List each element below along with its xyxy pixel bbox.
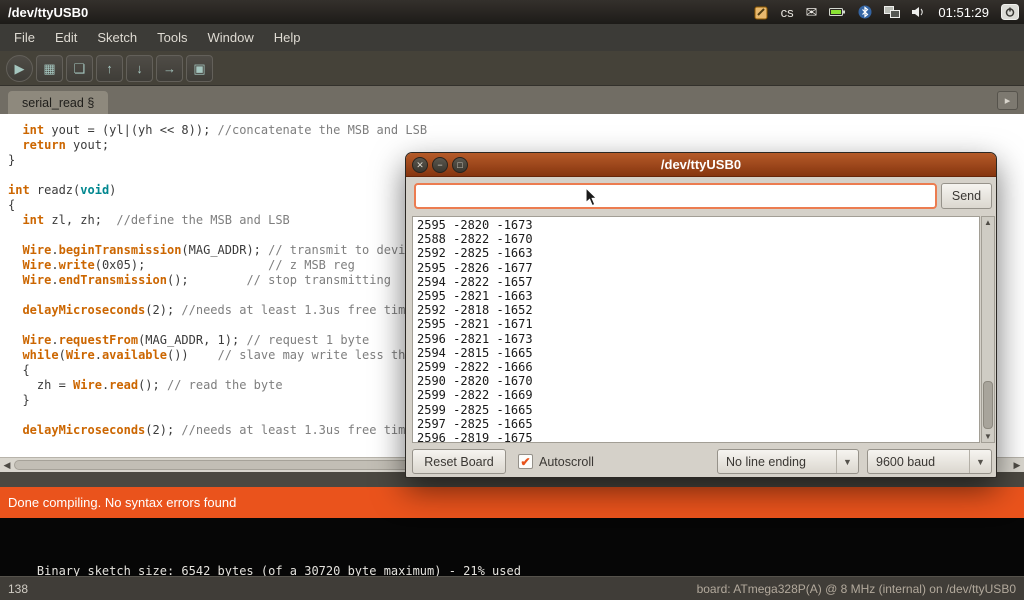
- dialog-body: Send 2595 -2820 -16732588 -2822 -1670259…: [406, 177, 996, 479]
- toolbar-save-button[interactable]: ↓: [126, 55, 153, 82]
- scroll-right-icon[interactable]: ▶: [1010, 460, 1024, 471]
- menu-item-tools[interactable]: Tools: [147, 25, 197, 50]
- menu-item-edit[interactable]: Edit: [45, 25, 87, 50]
- autoscroll-checkbox[interactable]: ✔: [518, 454, 533, 469]
- power-icon[interactable]: [1001, 4, 1019, 20]
- toolbar-serial-monitor-button[interactable]: ▣: [186, 55, 213, 82]
- menu-item-window[interactable]: Window: [197, 25, 263, 50]
- screen: int yout = (yl|(yh << 8)); //concatenate…: [0, 0, 1024, 600]
- serial-output-line: 2599 -2822 -1669: [417, 388, 975, 402]
- board-info: board: ATmega328P(A) @ 8 MHz (internal) …: [697, 582, 1016, 596]
- minimize-button[interactable]: −: [432, 157, 448, 173]
- close-button[interactable]: ✕: [412, 157, 428, 173]
- autoscroll-label: Autoscroll: [539, 455, 594, 469]
- code-line: int yout = (yl|(yh << 8)); //concatenate…: [8, 123, 1024, 138]
- notes-icon[interactable]: [754, 5, 769, 20]
- menu-item-help[interactable]: Help: [264, 25, 311, 50]
- chevron-down-icon: ▼: [969, 450, 991, 473]
- status-message: Done compiling. No syntax errors found: [8, 495, 236, 510]
- toolbar-buttons: ▶▦❏↑↓→▣: [6, 55, 213, 82]
- tab-serial-read[interactable]: serial_read §: [8, 91, 108, 114]
- serial-output-line: 2594 -2815 -1665: [417, 346, 975, 360]
- dialog-title: /dev/ttyUSB0: [661, 157, 741, 172]
- network-icon[interactable]: [884, 6, 900, 18]
- tab-bar: serial_read § ▸: [0, 86, 1024, 114]
- check-icon: ✔: [520, 456, 530, 468]
- code-line: return yout;: [8, 138, 1024, 153]
- menu-bar: FileEditSketchToolsWindowHelp: [0, 24, 1024, 51]
- system-tray: cs ✉ 01:51:29: [754, 4, 1024, 20]
- toolbar: ▶▦❏↑↓→▣: [0, 51, 1024, 86]
- line-number-indicator: 138: [8, 582, 28, 596]
- line-ending-dropdown[interactable]: No line ending ▼: [717, 449, 859, 474]
- toolbar-stop-button[interactable]: ▦: [36, 55, 63, 82]
- top-panel: /dev/ttyUSB0 cs ✉ 01:51:29: [0, 0, 1024, 24]
- line-ending-value: No line ending: [718, 455, 836, 469]
- serial-output-line: 2597 -2825 -1665: [417, 417, 975, 431]
- serial-output-line: 2596 -2819 -1675: [417, 431, 975, 443]
- autoscroll-control: ✔ Autoscroll: [518, 449, 594, 474]
- volume-icon[interactable]: [912, 6, 926, 18]
- serial-output-line: 2588 -2822 -1670: [417, 232, 975, 246]
- menu-item-file[interactable]: File: [4, 25, 45, 50]
- toolbar-new-button[interactable]: ❏: [66, 55, 93, 82]
- serial-output-line: 2595 -2821 -1671: [417, 317, 975, 331]
- footer-bar: 138 board: ATmega328P(A) @ 8 MHz (intern…: [0, 576, 1024, 600]
- toolbar-upload-button[interactable]: →: [156, 55, 183, 82]
- serial-output-line: 2592 -2818 -1652: [417, 303, 975, 317]
- chevron-down-icon: ▼: [836, 450, 858, 473]
- serial-output-line: 2595 -2826 -1677: [417, 261, 975, 275]
- dialog-titlebar[interactable]: ✕−□ /dev/ttyUSB0: [406, 153, 996, 177]
- scrollbar-thumb[interactable]: [983, 381, 993, 429]
- toolbar-verify-button[interactable]: ▶: [6, 55, 33, 82]
- send-button[interactable]: Send: [941, 183, 992, 209]
- serial-output-line: 2590 -2820 -1670: [417, 374, 975, 388]
- battery-icon[interactable]: [829, 7, 846, 17]
- serial-output-line: 2595 -2820 -1673: [417, 218, 975, 232]
- serial-send-input[interactable]: [414, 183, 937, 209]
- mail-icon[interactable]: ✉: [806, 5, 818, 19]
- status-bar: Done compiling. No syntax errors found: [0, 487, 1024, 518]
- scroll-left-icon[interactable]: ◀: [0, 460, 14, 471]
- serial-output-line: 2592 -2825 -1663: [417, 246, 975, 260]
- clock[interactable]: 01:51:29: [938, 5, 989, 20]
- serial-output-line: 2599 -2825 -1665: [417, 403, 975, 417]
- serial-output-line: 2599 -2822 -1666: [417, 360, 975, 374]
- serial-output-line: 2594 -2822 -1657: [417, 275, 975, 289]
- window-buttons: ✕−□: [412, 157, 468, 173]
- reset-board-button[interactable]: Reset Board: [412, 449, 506, 474]
- serial-output-line: 2596 -2821 -1673: [417, 332, 975, 346]
- scroll-up-icon[interactable]: ▲: [982, 218, 994, 227]
- serial-output-line: 2595 -2821 -1663: [417, 289, 975, 303]
- maximize-button[interactable]: □: [452, 157, 468, 173]
- scroll-down-icon[interactable]: ▼: [982, 432, 994, 441]
- baud-rate-value: 9600 baud: [868, 455, 969, 469]
- bluetooth-icon[interactable]: [858, 5, 872, 19]
- serial-output-scrollbar[interactable]: ▲ ▼: [981, 216, 995, 443]
- build-console: Binary sketch size: 6542 bytes (of a 307…: [0, 518, 1024, 576]
- keyboard-layout-indicator[interactable]: cs: [781, 5, 794, 20]
- baud-rate-dropdown[interactable]: 9600 baud ▼: [867, 449, 992, 474]
- serial-monitor-window: ✕−□ /dev/ttyUSB0 Send 2595 -2820 -167325…: [405, 152, 997, 478]
- serial-output[interactable]: 2595 -2820 -16732588 -2822 -16702592 -28…: [412, 216, 980, 443]
- tab-menu-icon[interactable]: ▸: [997, 91, 1018, 110]
- toolbar-open-button[interactable]: ↑: [96, 55, 123, 82]
- menu-item-sketch[interactable]: Sketch: [87, 25, 147, 50]
- active-window-title: /dev/ttyUSB0: [0, 5, 88, 20]
